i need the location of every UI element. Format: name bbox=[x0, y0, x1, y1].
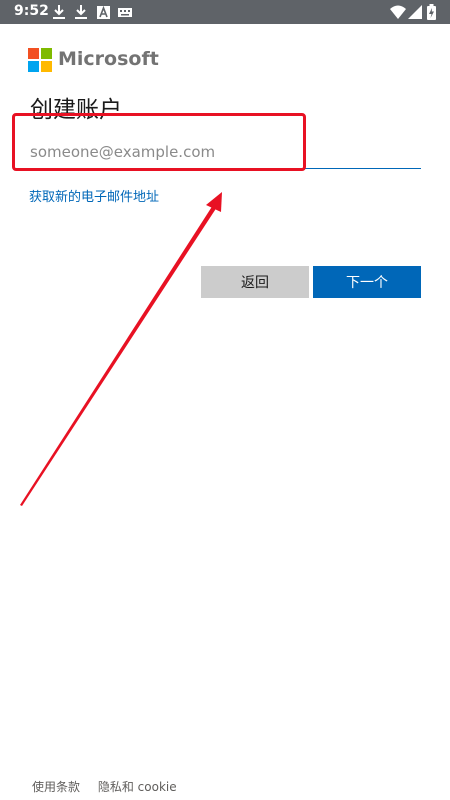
privacy-cookies-link[interactable]: 隐私和 cookie bbox=[98, 780, 177, 794]
microsoft-wordmark: Microsoft bbox=[58, 48, 159, 70]
status-bar: 9:52 bbox=[0, 0, 450, 24]
battery-charging-icon bbox=[427, 4, 436, 20]
keyboard-icon bbox=[118, 8, 132, 17]
annotation-highlight-box bbox=[12, 113, 306, 171]
wifi-icon bbox=[390, 5, 406, 19]
text-a-icon bbox=[97, 5, 110, 19]
back-button[interactable]: 返回 bbox=[201, 266, 309, 298]
download-icon bbox=[75, 5, 87, 19]
next-button[interactable]: 下一个 bbox=[313, 266, 421, 298]
download-icon bbox=[53, 5, 65, 19]
signal-icon bbox=[408, 5, 422, 19]
microsoft-logo-icon bbox=[28, 48, 52, 72]
status-time: 9:52 bbox=[14, 3, 49, 19]
get-new-email-link[interactable]: 获取新的电子邮件地址 bbox=[29, 186, 159, 205]
footer: 使用条款 隐私和 cookie bbox=[32, 778, 191, 795]
terms-of-use-link[interactable]: 使用条款 bbox=[32, 780, 80, 794]
